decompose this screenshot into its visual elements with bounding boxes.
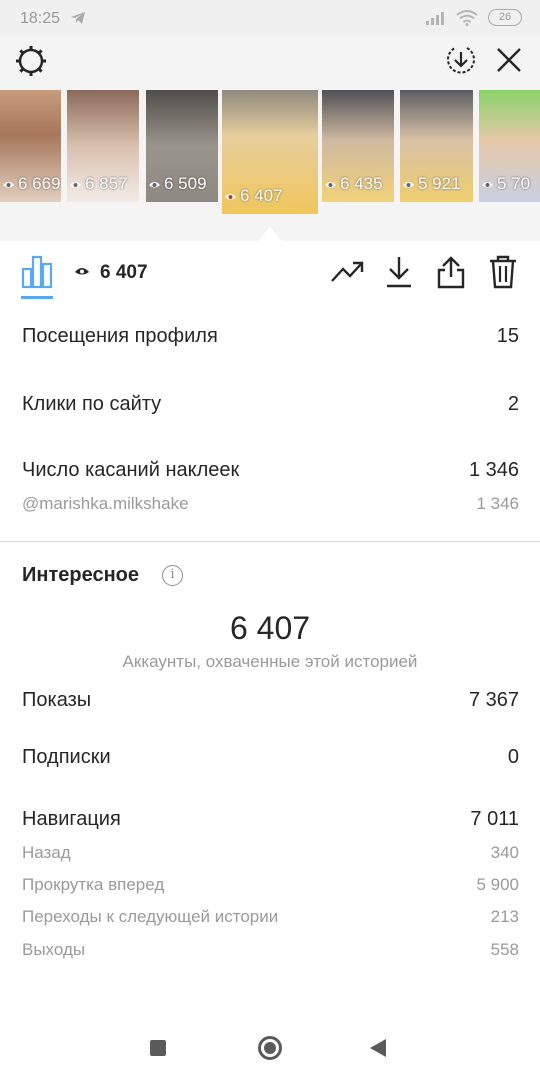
thumbnail-views: 6 509: [164, 174, 207, 193]
story-thumbnail-selected[interactable]: 6 407: [222, 90, 318, 214]
navigation-value: 7 011: [470, 808, 519, 830]
story-thumbnail[interactable]: 5 921: [400, 90, 473, 202]
info-icon[interactable]: i: [162, 565, 183, 586]
eye-icon: [75, 268, 89, 275]
exits-value: 558: [490, 940, 519, 959]
signal-icon: [426, 11, 444, 25]
thumbnail-views: 6 857: [85, 174, 128, 193]
bar-chart-icon[interactable]: [21, 255, 53, 289]
eye-icon: [70, 181, 81, 187]
story-thumbnail[interactable]: 6 435: [322, 90, 394, 202]
insights-toolbar: 6 407: [0, 241, 540, 303]
back-label: Назад: [22, 843, 71, 862]
trash-icon[interactable]: [488, 255, 518, 289]
follows-label: Подписки: [22, 746, 111, 768]
reach-value: 6 407: [229, 610, 311, 646]
eye-icon: [3, 181, 14, 187]
home-button[interactable]: [258, 1036, 282, 1060]
sticker-taps-label: Число касаний наклеек: [22, 459, 240, 481]
profile-visits-row: Посещения профиля 15: [22, 325, 519, 348]
discovery-title: Интересное: [22, 564, 139, 586]
next-story-row: Переходы к следующей истории 213: [22, 907, 519, 927]
profile-visits-label: Посещения профиля: [22, 325, 218, 347]
recents-button[interactable]: [150, 1040, 166, 1056]
follows-row: Подписки 0: [22, 746, 519, 769]
exits-row: Выходы 558: [22, 940, 519, 960]
impressions-label: Показы: [22, 689, 92, 711]
promote-trend-icon[interactable]: [330, 255, 364, 287]
thumbnail-views: 5 921: [418, 174, 461, 193]
reach-caption: Аккаунты, охваченные этой историей: [122, 652, 418, 671]
system-navigation-bar: [0, 1015, 540, 1080]
website-clicks-label: Клики по сайту: [22, 393, 162, 415]
next-story-label: Переходы к следующей истории: [22, 907, 279, 926]
navigation-row: Навигация 7 011: [22, 808, 519, 831]
active-tab-indicator: [21, 296, 53, 299]
navigation-label: Навигация: [22, 808, 121, 830]
eye-icon: [225, 193, 236, 199]
back-value: 340: [490, 843, 519, 862]
eye-icon: [482, 181, 493, 187]
sticker-mention-label[interactable]: @marishka.milkshake: [22, 494, 189, 514]
status-time: 18:25: [20, 10, 61, 27]
eye-icon: [149, 181, 160, 187]
download-icon[interactable]: [385, 255, 413, 289]
save-download-icon[interactable]: [445, 44, 477, 76]
eye-icon: [325, 181, 336, 187]
status-bar: 18:25 26: [0, 0, 540, 36]
website-clicks-row: Клики по сайту 2: [22, 393, 519, 416]
impressions-value: 7 367: [468, 689, 519, 711]
settings-gear-icon[interactable]: [14, 44, 48, 78]
story-thumbnail[interactable]: 5 70: [479, 90, 540, 202]
views-count: 6 407: [100, 262, 148, 283]
forward-label: Прокрутка вперед: [22, 875, 165, 894]
thumbnail-views: 6 669: [18, 174, 61, 193]
share-icon[interactable]: [436, 255, 466, 289]
profile-visits-value: 15: [496, 325, 519, 347]
battery-indicator: 26: [488, 9, 522, 26]
telegram-icon: [71, 12, 85, 24]
back-row: Назад 340: [22, 843, 519, 863]
close-icon[interactable]: [495, 46, 523, 74]
thumbnail-views: 6 407: [240, 186, 283, 205]
eye-icon: [403, 181, 414, 187]
forward-row: Прокрутка вперед 5 900: [22, 875, 519, 895]
sticker-taps-row: Число касаний наклеек 1 346: [22, 459, 519, 482]
sticker-mention-row[interactable]: @marishka.milkshake 1 346: [22, 494, 519, 514]
story-preview-header: 6 669 6 857 6 509 6 407 6 435 5 921 5 70: [0, 36, 540, 241]
website-clicks-value: 2: [507, 393, 519, 415]
next-story-value: 213: [490, 907, 519, 926]
follows-value: 0: [507, 746, 519, 768]
wifi-icon: [456, 9, 478, 26]
sticker-mention-value: 1 346: [476, 494, 519, 513]
story-thumbnail[interactable]: 6 857: [67, 90, 139, 202]
thumbnail-views: 5 70: [497, 174, 531, 193]
story-thumbnail[interactable]: 6 669: [0, 90, 61, 202]
sticker-taps-value: 1 346: [468, 459, 519, 481]
selected-story-pointer: [258, 227, 282, 241]
story-thumbnail[interactable]: 6 509: [146, 90, 218, 202]
thumbnail-views: 6 435: [340, 174, 383, 193]
section-divider: [0, 541, 540, 542]
exits-label: Выходы: [22, 940, 86, 959]
impressions-row: Показы 7 367: [22, 689, 519, 712]
forward-value: 5 900: [476, 875, 519, 894]
back-button[interactable]: [370, 1039, 386, 1057]
